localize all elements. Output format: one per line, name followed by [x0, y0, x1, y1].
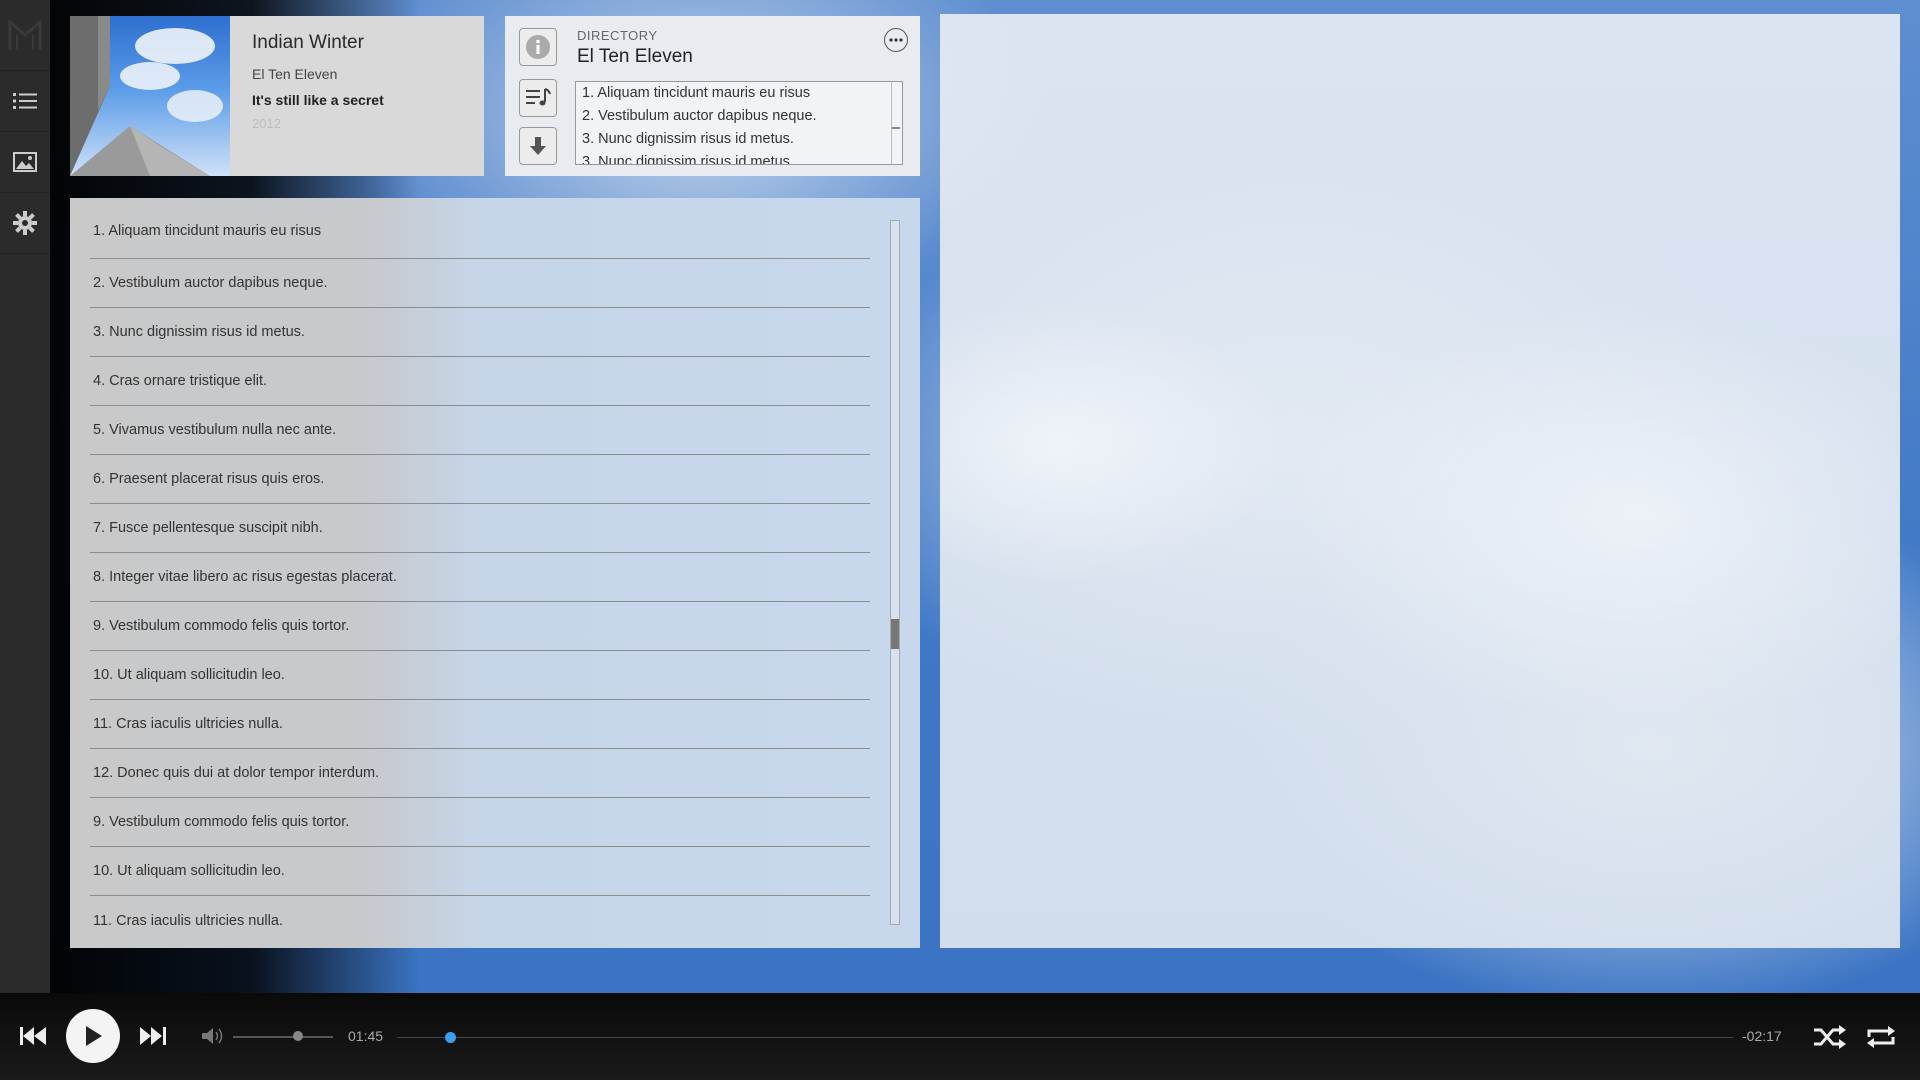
track-row[interactable]: 6. Praesent placerat risus quis eros.: [90, 455, 870, 504]
more-icon: [889, 38, 903, 42]
volume-slider[interactable]: [233, 1036, 333, 1038]
directory-label: DIRECTORY: [577, 28, 658, 43]
track-row[interactable]: 9. Vestibulum commodo felis quis tortor.: [90, 798, 870, 847]
info-button[interactable]: [519, 28, 557, 66]
album-card: Indian Winter El Ten Eleven It's still l…: [70, 16, 484, 176]
track-row[interactable]: 9. Vestibulum commodo felis quis tortor.: [90, 602, 870, 651]
track-row[interactable]: 5. Vivamus vestibulum nulla nec ante.: [90, 406, 870, 455]
list-item[interactable]: 3. Nunc dignissim risus id metus.: [576, 128, 902, 151]
player-bar: 01:45 -02:17: [0, 993, 1920, 1080]
track-row[interactable]: 4. Cras ornare tristique elit.: [90, 357, 870, 406]
previous-icon: [20, 1027, 46, 1045]
list-item[interactable]: 3. Nunc dignissim risus id metus.: [576, 151, 902, 164]
mini-list-scrollbar[interactable]: [891, 82, 900, 164]
shuffle-button[interactable]: [1812, 1023, 1846, 1051]
album-subtitle: It's still like a secret: [252, 92, 384, 108]
next-button[interactable]: [138, 1023, 168, 1049]
track-row[interactable]: 7. Fusce pellentesque suscipit nibh.: [90, 504, 870, 553]
track-row[interactable]: 12. Donec quis dui at dolor tempor inter…: [90, 749, 870, 798]
track-row[interactable]: 10. Ut aliquam sollicitudin leo.: [90, 651, 870, 700]
play-icon: [86, 1026, 102, 1046]
logo-button[interactable]: [0, 0, 50, 71]
volume-icon: [202, 1028, 223, 1044]
track-row[interactable]: 2. Vestibulum auctor dapibus neque.: [90, 259, 870, 308]
track-list: 1. Aliquam tincidunt mauris eu risus 2. …: [90, 204, 870, 945]
remaining-time: -02:17: [1742, 1028, 1782, 1044]
mini-list-scroll-thumb[interactable]: [892, 127, 900, 129]
album-artist: El Ten Eleven: [252, 66, 338, 82]
elapsed-time: 01:45: [348, 1028, 384, 1044]
gear-icon: [13, 211, 37, 235]
seek-handle[interactable]: [445, 1032, 457, 1043]
repeat-button[interactable]: [1864, 1023, 1898, 1051]
play-button[interactable]: [66, 1009, 120, 1063]
next-icon: [140, 1027, 166, 1045]
list-icon: [13, 93, 37, 109]
previous-button[interactable]: [18, 1023, 48, 1049]
volume-handle[interactable]: [293, 1031, 303, 1041]
info-icon: [526, 35, 550, 59]
track-row[interactable]: 11. Cras iaculis ultricies nulla.: [90, 896, 870, 945]
album-cover: [70, 16, 230, 176]
directory-card: DIRECTORY El Ten Eleven 1. Aliquam tinci…: [505, 16, 920, 176]
list-item[interactable]: 2. Vestibulum auctor dapibus neque.: [576, 105, 902, 128]
list-item[interactable]: 1. Aliquam tincidunt mauris eu risus: [576, 82, 902, 105]
track-row[interactable]: 3. Nunc dignissim risus id metus.: [90, 308, 870, 357]
more-options-button[interactable]: [884, 28, 908, 52]
playlist-music-icon: [526, 88, 551, 106]
album-title: Indian Winter: [252, 32, 364, 53]
album-year: 2012: [252, 116, 281, 131]
download-button[interactable]: [519, 127, 557, 165]
track-row[interactable]: 1. Aliquam tincidunt mauris eu risus: [90, 204, 870, 259]
playlist-button[interactable]: [519, 79, 557, 117]
logo-icon: [8, 18, 42, 50]
shuffle-icon: [1814, 1025, 1846, 1049]
directory-name: El Ten Eleven: [577, 46, 693, 67]
content-panel: [940, 14, 1900, 948]
sidebar-item-playlist[interactable]: [0, 71, 50, 132]
directory-mini-list[interactable]: 1. Aliquam tincidunt mauris eu risus 2. …: [575, 81, 903, 165]
sidebar-item-settings[interactable]: [0, 193, 50, 254]
download-icon: [530, 137, 546, 155]
track-row[interactable]: 11. Cras iaculis ultricies nulla.: [90, 700, 870, 749]
repeat-icon: [1867, 1026, 1895, 1048]
track-list-scroll-thumb[interactable]: [891, 619, 899, 649]
track-list-panel: 1. Aliquam tincidunt mauris eu risus 2. …: [70, 198, 920, 948]
track-row[interactable]: 10. Ut aliquam sollicitudin leo.: [90, 847, 870, 896]
sidebar-item-gallery[interactable]: [0, 132, 50, 193]
seek-bar[interactable]: [397, 1037, 1733, 1038]
volume-button[interactable]: [200, 1025, 226, 1047]
sidebar: [0, 0, 50, 993]
image-icon: [13, 152, 37, 172]
track-row[interactable]: 8. Integer vitae libero ac risus egestas…: [90, 553, 870, 602]
track-list-scrollbar[interactable]: [890, 220, 900, 925]
